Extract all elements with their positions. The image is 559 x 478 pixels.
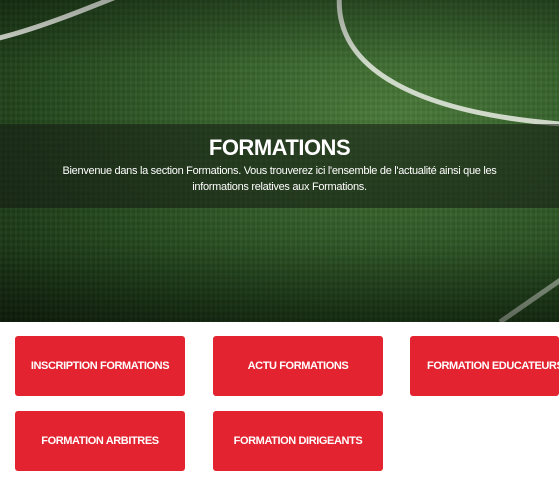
formation-dirigeants-button[interactable]: FORMATION DIRIGEANTS — [213, 411, 383, 471]
page-title: FORMATIONS — [208, 135, 351, 160]
formation-educateurs-button[interactable]: FORMATION EDUCATEURS — [410, 336, 559, 396]
actu-formations-button[interactable]: ACTU FORMATIONS — [213, 336, 383, 396]
formation-arbitres-button[interactable]: FORMATION ARBITRES — [15, 411, 185, 471]
inscription-formations-button[interactable]: INSCRIPTION FORMATIONS — [15, 336, 185, 396]
hero-caption: FORMATIONS Bienvenue dans la section For… — [0, 124, 559, 208]
page-description: Bienvenue dans la section Formations. Vo… — [62, 165, 497, 193]
hero-banner: FORMATIONS Bienvenue dans la section For… — [0, 0, 559, 322]
